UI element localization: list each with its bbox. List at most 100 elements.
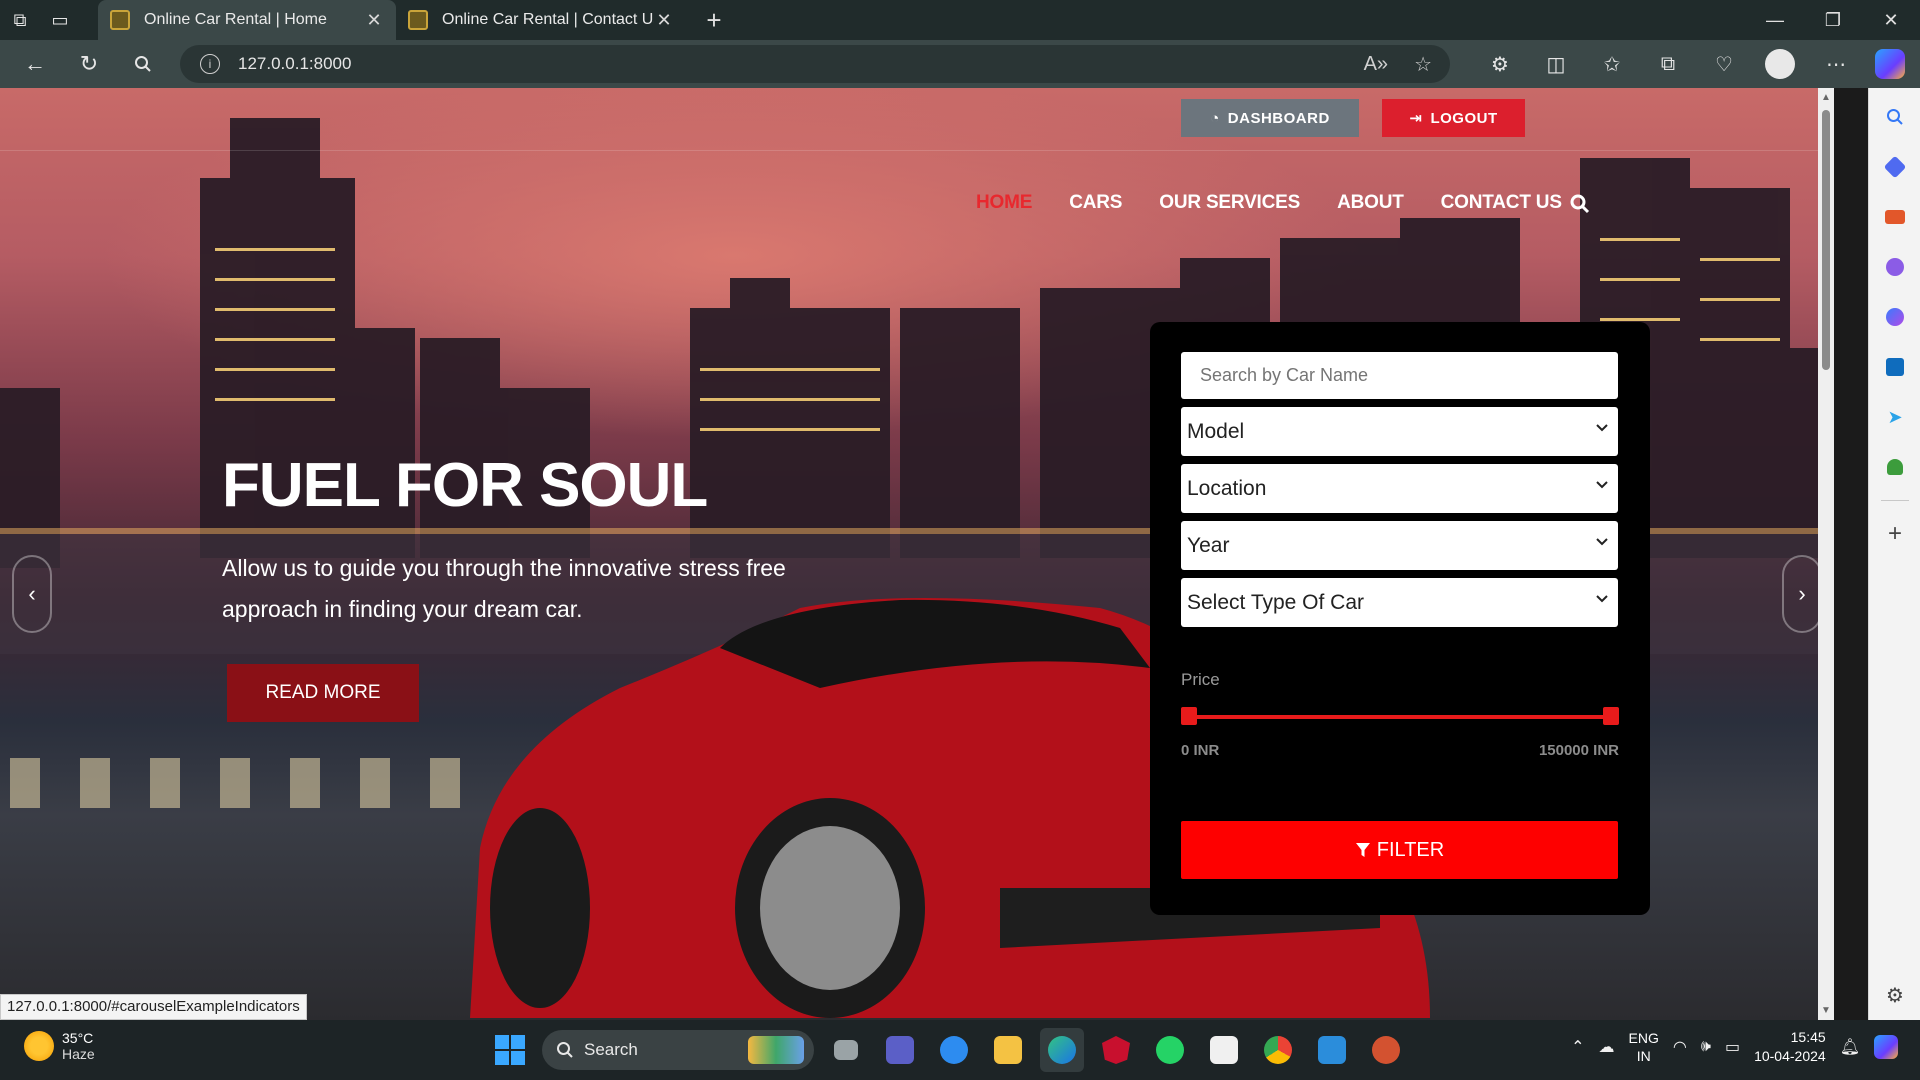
tree-app-icon[interactable] <box>1869 442 1920 492</box>
settings-gear-icon[interactable]: ⚙ <box>1869 970 1920 1020</box>
chevron-up-icon[interactable]: ⌃ <box>1571 1037 1584 1057</box>
sidebar-divider <box>1880 500 1909 501</box>
battery-icon[interactable]: ▭ <box>1725 1037 1740 1057</box>
page-viewport: ◔ DASHBOARD ⇥ LOGOUT HOME CARS OUR SERVI… <box>0 88 1834 1020</box>
task-view-icon[interactable] <box>824 1028 868 1072</box>
workspaces-icon[interactable]: ⧉ <box>0 0 40 40</box>
car-name-search-input[interactable] <box>1181 352 1618 399</box>
clock-date: 10-04-2024 <box>1754 1048 1826 1064</box>
location-select[interactable]: Location <box>1181 464 1618 513</box>
collections-icon[interactable]: ⧉ <box>1644 40 1692 88</box>
nav-about[interactable]: ABOUT <box>1337 192 1404 214</box>
copilot-icon[interactable] <box>1860 40 1920 88</box>
powerpoint-icon[interactable] <box>1364 1028 1408 1072</box>
scroll-up-icon[interactable]: ▲ <box>1821 92 1831 103</box>
nav-contact-us[interactable]: CONTACT US <box>1441 192 1562 214</box>
chevron-down-icon <box>1596 424 1608 432</box>
chevron-left-icon: ‹ <box>28 581 36 606</box>
dashboard-button[interactable]: ◔ DASHBOARD <box>1181 99 1359 137</box>
browser-tabbar: ⧉ ▭ Online Car Rental | Home ✕ Online Ca… <box>0 0 1920 40</box>
microsoft-store-icon[interactable] <box>1202 1028 1246 1072</box>
more-options-icon[interactable]: ⋯ <box>1812 40 1860 88</box>
scroll-down-icon[interactable]: ▼ <box>1821 1005 1831 1016</box>
price-range-track[interactable] <box>1187 715 1611 719</box>
tab-actions-icon[interactable]: ▭ <box>40 0 80 40</box>
tab-contact[interactable]: Online Car Rental | Contact Us ✕ <box>396 0 686 40</box>
wifi-icon[interactable]: ◠ <box>1673 1037 1687 1057</box>
whatsapp-icon[interactable] <box>1148 1028 1192 1072</box>
price-min-handle[interactable] <box>1181 707 1197 725</box>
back-icon[interactable]: ← <box>8 40 62 88</box>
outlook-icon[interactable] <box>1869 342 1920 392</box>
onedrive-cloud-icon[interactable]: ☁ <box>1599 1037 1615 1057</box>
url-field[interactable]: i 127.0.0.1:8000 A» ☆ <box>180 45 1450 83</box>
search-icon[interactable] <box>1570 194 1590 214</box>
tools-briefcase-icon[interactable] <box>1869 192 1920 242</box>
model-select[interactable]: Model <box>1181 407 1618 456</box>
carousel-next-button[interactable]: › <box>1782 555 1822 633</box>
page-scrollbar[interactable]: ▲ ▼ <box>1818 88 1834 1020</box>
chrome-icon[interactable] <box>1256 1028 1300 1072</box>
nav-our-services[interactable]: OUR SERVICES <box>1159 192 1300 214</box>
scrollbar-thumb[interactable] <box>1822 110 1830 370</box>
refresh-icon[interactable]: ↻ <box>62 40 116 88</box>
site-info-icon[interactable]: i <box>200 54 220 74</box>
site-favicon-icon <box>110 10 130 30</box>
extensions-icon[interactable]: ⚙ <box>1476 40 1524 88</box>
tab-home[interactable]: Online Car Rental | Home ✕ <box>98 0 396 40</box>
file-explorer-icon[interactable] <box>986 1028 1030 1072</box>
search-icon[interactable] <box>1869 92 1920 142</box>
url-text: 127.0.0.1:8000 <box>238 54 352 73</box>
filter-button[interactable]: FILTER <box>1181 821 1618 879</box>
teams-icon[interactable] <box>878 1028 922 1072</box>
help-icon[interactable] <box>932 1028 976 1072</box>
year-select[interactable]: Year <box>1181 521 1618 570</box>
add-app-icon[interactable]: + <box>1869 509 1920 559</box>
favorites-icon[interactable]: ✩ <box>1588 40 1636 88</box>
hero-title: FUEL FOR SOUL <box>222 451 708 520</box>
carousel-prev-button[interactable]: ‹ <box>12 555 52 633</box>
windows-start-icon[interactable] <box>488 1028 532 1072</box>
price-max-handle[interactable] <box>1603 707 1619 725</box>
shopping-tag-icon[interactable] <box>1869 142 1920 192</box>
taskbar-apps: Search <box>488 1028 1408 1072</box>
browser-essentials-icon[interactable]: ♡ <box>1700 40 1748 88</box>
search-icon[interactable] <box>116 40 170 88</box>
edge-browser-icon[interactable] <box>1040 1028 1084 1072</box>
nav-cars[interactable]: CARS <box>1069 192 1122 214</box>
region-code: IN <box>1636 1048 1651 1064</box>
clock[interactable]: 15:45 10-04-2024 <box>1754 1028 1826 1066</box>
read-more-button[interactable]: READ MORE <box>227 664 419 722</box>
restore-icon[interactable]: ❐ <box>1804 0 1862 40</box>
mcafee-icon[interactable] <box>1094 1028 1138 1072</box>
system-tray: ⌃ ☁ ENG IN ◠ 🕪 ▭ 15:45 10-04-2024 🔔︎ <box>1571 1028 1898 1066</box>
vscode-icon[interactable] <box>1310 1028 1354 1072</box>
volume-icon[interactable]: 🕪 <box>1701 1038 1711 1056</box>
taskbar-search[interactable]: Search <box>542 1030 814 1070</box>
main-nav: HOME CARS OUR SERVICES ABOUT CONTACT US <box>976 192 1599 214</box>
search-highlight-image <box>748 1036 804 1064</box>
filter-button-label: FILTER <box>1376 838 1445 861</box>
new-tab-button[interactable]: + <box>694 0 734 40</box>
close-window-icon[interactable]: ✕ <box>1862 0 1920 40</box>
dashboard-label: DASHBOARD <box>1227 109 1330 127</box>
close-tab-icon[interactable]: ✕ <box>654 10 674 31</box>
weather-widget[interactable]: 35°C Haze <box>24 1030 95 1062</box>
car-type-select[interactable]: Select Type Of Car <box>1181 578 1618 627</box>
language-indicator[interactable]: ENG IN <box>1629 1029 1659 1065</box>
location-select-value: Location <box>1187 476 1267 500</box>
notification-bell-icon[interactable]: 🔔︎ <box>1840 1037 1860 1057</box>
telegram-icon[interactable]: ➤ <box>1869 392 1920 442</box>
read-aloud-icon[interactable]: A» <box>1364 53 1388 76</box>
copilot-taskbar-icon[interactable] <box>1874 1035 1898 1059</box>
logout-button[interactable]: ⇥ LOGOUT <box>1382 99 1525 137</box>
favorite-star-icon[interactable]: ☆ <box>1414 52 1432 77</box>
split-screen-icon[interactable]: ◫ <box>1532 40 1580 88</box>
chevron-down-icon <box>1596 595 1608 603</box>
games-icon[interactable] <box>1869 242 1920 292</box>
minimize-icon[interactable]: — <box>1746 0 1804 40</box>
copilot-sidebar-icon[interactable] <box>1869 292 1920 342</box>
profile-avatar[interactable] <box>1765 49 1795 79</box>
close-tab-icon[interactable]: ✕ <box>364 10 384 31</box>
nav-home[interactable]: HOME <box>976 192 1032 214</box>
